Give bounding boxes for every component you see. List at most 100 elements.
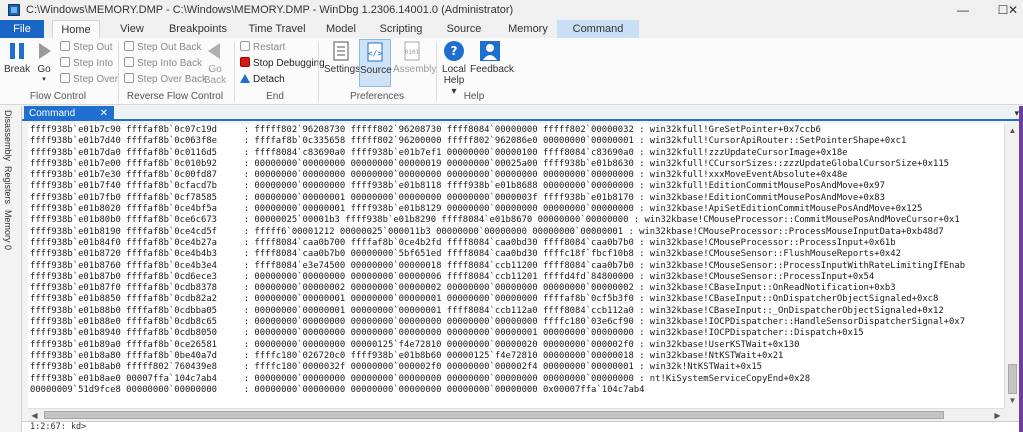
assembly-button[interactable]: 0101 Assembly: [393, 40, 436, 75]
windbg-window: C:\Windows\MEMORY.DMP - C:\Windows\MEMOR…: [0, 0, 1023, 432]
tab-time-travel[interactable]: Time Travel: [243, 20, 311, 38]
document-tab-strip: Command ✕ ▾: [22, 106, 1023, 121]
output-line: ffff938b`e01b87f0 ffffaf8b`0cdb8378 : 00…: [30, 283, 896, 294]
go-back-icon: [204, 40, 226, 62]
tab-model[interactable]: Model: [320, 20, 362, 38]
horizontal-scrollbar[interactable]: ◀ ▶: [28, 408, 1004, 421]
feedback-button[interactable]: Feedback: [470, 40, 514, 75]
output-line: ffff938b`e01b89a0 ffffaf8b`0ce26581 : 00…: [30, 339, 800, 350]
output-line: ffff938b`e01b7e30 ffffaf8b`0c00fd87 : 00…: [30, 170, 848, 181]
output-line: ffff938b`e01b8940 ffffaf8b`0cdb8050 : 00…: [30, 328, 864, 339]
output-line: ffff938b`e01b7f40 ffffaf8b`0cfacd7b : 00…: [30, 181, 885, 192]
tab-memory[interactable]: Memory: [499, 20, 557, 38]
stop-icon: [240, 57, 250, 67]
group-label-end: End: [266, 91, 284, 102]
tab-command[interactable]: Command: [557, 20, 639, 38]
restart-label: Restart: [253, 42, 286, 53]
step-over-icon: [60, 73, 70, 83]
settings-button[interactable]: Settings: [324, 40, 361, 75]
go-label: Go: [37, 64, 51, 75]
go-back-label-2: Back: [203, 75, 227, 86]
minimize-button[interactable]: —: [943, 0, 983, 20]
step-over-label: Step Over: [73, 74, 119, 85]
output-line: ffff938b`e01b7da0 ffffaf8b`0c0116d5 : ff…: [30, 147, 848, 158]
tab-scripting[interactable]: Scripting: [373, 20, 429, 38]
command-input-row: 1:2:67: kd>: [22, 421, 1023, 432]
scroll-up-icon[interactable]: ▲: [1005, 124, 1020, 138]
output-line: ffff938b`e01b8720 ffffaf8b`0ce4b4b3 : ff…: [30, 249, 901, 260]
output-line: ffff938b`e01b7d40 ffffaf8b`0c063f8e : ff…: [30, 136, 907, 147]
side-tab-disassembly[interactable]: Disassembly: [3, 110, 13, 161]
side-tab-registers[interactable]: Registers: [3, 166, 13, 204]
tab-home[interactable]: Home: [52, 20, 100, 39]
svg-text:</>: </>: [368, 49, 383, 58]
break-button[interactable]: Break: [4, 40, 30, 75]
step-out-back-icon: [124, 41, 134, 51]
scroll-down-icon[interactable]: ▼: [1005, 394, 1020, 408]
output-line: ffff938b`e01b8760 ffffaf8b`0ce4b3e4 : ff…: [30, 260, 966, 271]
stop-debugging-label: Stop Debugging: [253, 58, 325, 69]
vertical-scrollbar[interactable]: ▲ ▼: [1004, 124, 1019, 408]
break-label: Break: [4, 64, 31, 75]
step-over-back-button[interactable]: Step Over Back: [124, 72, 207, 87]
vertical-scroll-thumb[interactable]: [1008, 364, 1017, 394]
output-line: ffff938b`e01b7c90 ffffaf8b`0c07c19d : ff…: [30, 125, 821, 135]
tab-file[interactable]: File: [0, 20, 44, 38]
group-label-flow-control: Flow Control: [29, 91, 87, 102]
close-button[interactable]: ✕: [1003, 0, 1023, 20]
step-out-back-button[interactable]: Step Out Back: [124, 40, 201, 55]
output-line: ffff938b`e01b8a80 ffffaf8b`0be40a7d : ff…: [30, 350, 784, 361]
eject-icon: [240, 74, 250, 83]
close-tab-icon[interactable]: ✕: [100, 106, 108, 121]
ribbon-panel: Break Go ▾ Step Out Step Into Step Over …: [0, 38, 1023, 105]
windbg-app-icon: [8, 4, 20, 16]
output-line: ffff938b`e01b8020 ffffaf8b`0ce4bf5a : 00…: [30, 204, 923, 215]
help-question-icon: ?: [443, 40, 465, 62]
tab-breakpoints[interactable]: Breakpoints: [163, 20, 233, 38]
step-out-button[interactable]: Step Out: [60, 40, 112, 55]
go-dropdown-icon[interactable]: ▾: [33, 75, 55, 83]
svg-text:0101: 0101: [405, 49, 420, 56]
output-line: ffff938b`e01b87b0 ffffaf8b`0cd6ece3 : 00…: [30, 271, 875, 282]
ribbon-tab-bar: File Home View Breakpoints Time Travel M…: [0, 20, 1023, 52]
output-line: ffff938b`e01b8850 ffffaf8b`0cdb82a2 : 00…: [30, 294, 939, 305]
group-label-preferences: Preferences: [350, 91, 404, 102]
window-title: C:\Windows\MEMORY.DMP - C:\Windows\MEMOR…: [26, 4, 514, 16]
assembly-icon: 0101: [401, 40, 423, 62]
tab-command-window[interactable]: Command ✕: [24, 106, 114, 121]
output-line: ffff938b`e01b80b0 ffffaf8b`0ce6c673 : 00…: [30, 215, 960, 226]
detach-label: Detach: [253, 74, 285, 85]
side-tab-memory-0[interactable]: Memory 0: [3, 210, 13, 250]
restart-icon: [240, 41, 250, 51]
source-label: Source: [360, 65, 392, 76]
desktop-background-edge: [1019, 106, 1023, 432]
scroll-corner: [1004, 408, 1019, 421]
go-back-button[interactable]: Go Back: [202, 40, 228, 86]
step-out-back-label: Step Out Back: [137, 42, 202, 53]
step-into-icon: [60, 57, 70, 67]
restart-button[interactable]: Restart: [240, 40, 285, 55]
step-into-button[interactable]: Step Into: [60, 56, 113, 71]
step-over-button[interactable]: Step Over: [60, 72, 118, 87]
side-panel: Disassembly Registers Memory 0: [0, 106, 22, 432]
settings-label: Settings: [324, 64, 361, 75]
local-help-button[interactable]: ? Local Help ▾: [440, 40, 468, 97]
step-over-back-icon: [124, 73, 134, 83]
pause-icon: [6, 40, 28, 62]
tab-view[interactable]: View: [112, 20, 152, 38]
tab-source[interactable]: Source: [441, 20, 487, 38]
command-input[interactable]: [78, 422, 978, 432]
output-line: ffff938b`e01b7e00 ffffaf8b`0c010b92 : 00…: [30, 158, 950, 169]
output-line: ffff938b`e01b8ae0 00007ffa`104c7ab4 : 00…: [30, 373, 811, 384]
go-button[interactable]: Go ▾: [33, 40, 55, 83]
output-line: ffff938b`e01b7fb0 ffffaf8b`0cf78585 : 00…: [30, 192, 885, 203]
step-into-label: Step Into: [73, 58, 114, 69]
source-button[interactable]: </> Source: [359, 39, 392, 87]
stop-debugging-button[interactable]: Stop Debugging: [240, 56, 325, 71]
step-over-back-label: Step Over Back: [137, 74, 208, 85]
detach-button[interactable]: Detach: [240, 72, 285, 87]
settings-icon: [330, 40, 352, 62]
assembly-label: Assembly: [393, 64, 437, 75]
step-into-back-button[interactable]: Step Into Back: [124, 56, 202, 71]
horizontal-scroll-thumb[interactable]: [44, 411, 944, 419]
